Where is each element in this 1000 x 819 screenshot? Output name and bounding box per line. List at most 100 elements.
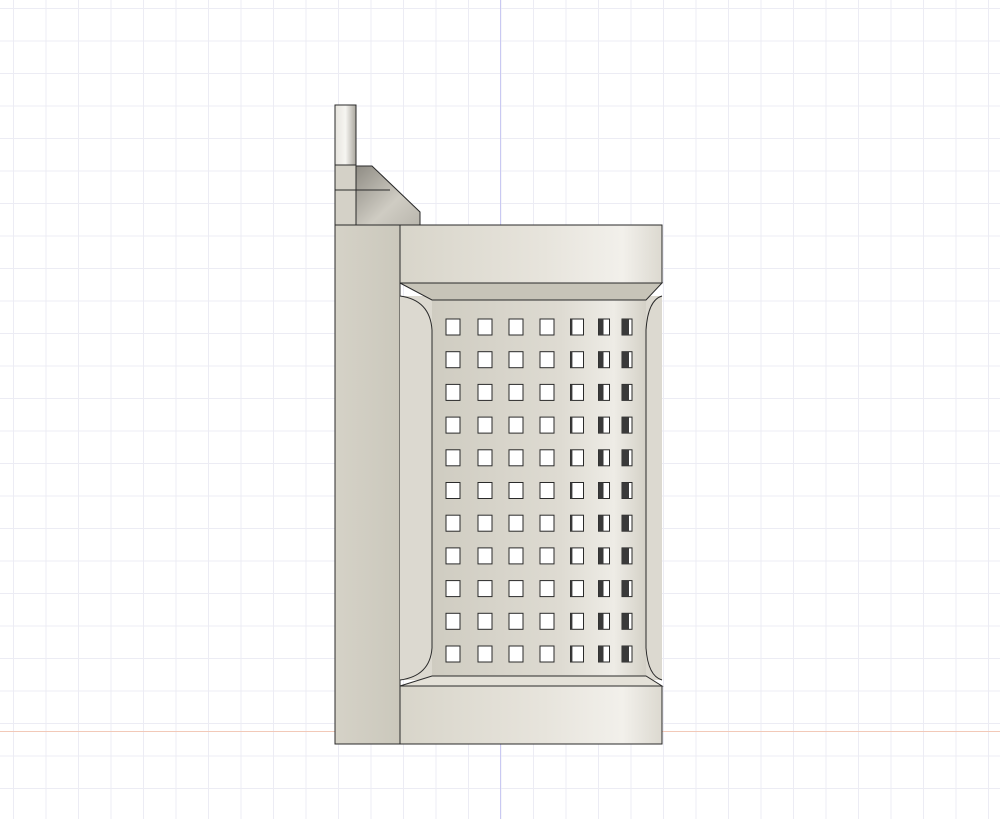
perforated-drum[interactable]: [399, 295, 663, 681]
drum-hole: [508, 416, 524, 434]
drum-hole: [508, 645, 524, 663]
3d-viewport-canvas[interactable]: [0, 0, 1000, 819]
drum-hole: [477, 482, 493, 499]
drum-hole: [570, 482, 584, 499]
drum-hole-inner-wall: [622, 646, 629, 662]
drum-hole-inner-wall: [622, 384, 629, 401]
drum-hole: [477, 383, 493, 401]
drum-hole: [477, 514, 493, 532]
drum-hole: [477, 547, 493, 565]
drum-hole: [570, 416, 584, 434]
drum-hole: [477, 351, 493, 369]
drum-hole: [539, 449, 555, 467]
drum-hole: [445, 580, 461, 598]
drum-hole: [508, 612, 524, 630]
drum-hole: [539, 351, 555, 369]
drum-hole: [539, 612, 555, 630]
drum-hole: [570, 449, 584, 467]
drum-hole-inner-wall: [598, 319, 604, 335]
drum-hole: [570, 645, 584, 663]
drum-hole: [445, 612, 461, 630]
bottom-cap-band: [399, 685, 663, 745]
drum-hole-inner-wall: [598, 547, 604, 564]
drum-hole: [539, 645, 555, 663]
top-cap[interactable]: [399, 224, 664, 301]
top-cap-chamfer: [399, 282, 664, 301]
drum-hole: [508, 318, 524, 336]
drum-hole-inner-wall: [598, 417, 604, 434]
drum-hole: [508, 383, 524, 401]
tab-upper-block: [334, 104, 357, 166]
drum-hole: [570, 547, 584, 565]
drum-hole-inner-wall: [622, 449, 629, 466]
drum-hole: [445, 416, 461, 434]
back-plate[interactable]: [334, 224, 401, 745]
drum-hole-inner-wall: [598, 580, 604, 597]
drum-hole-inner-wall: [598, 449, 604, 466]
drum-surface: [432, 300, 646, 676]
top-tab[interactable]: [334, 104, 421, 227]
drum-hole-inner-wall: [570, 580, 573, 597]
tab-wedge: [355, 165, 421, 227]
drum-hole-inner-wall: [622, 482, 629, 499]
drum-hole-inner-wall: [570, 384, 573, 401]
drum-hole: [477, 645, 493, 663]
drum-hole-inner-wall: [622, 580, 629, 597]
drum-hole: [570, 383, 584, 401]
drum-hole-inner-wall: [622, 515, 629, 532]
drum-hole: [445, 383, 461, 401]
drum-hole: [445, 449, 461, 467]
drum-hole: [445, 482, 461, 499]
drum-hole: [570, 580, 584, 598]
drum-hole: [539, 514, 555, 532]
drum-hole-inner-wall: [570, 547, 573, 564]
drum-hole-inner-wall: [622, 613, 629, 630]
drum-hole-inner-wall: [622, 319, 629, 335]
drum-hole: [445, 351, 461, 369]
drum-hole-inner-wall: [598, 646, 604, 662]
drum-hole-inner-wall: [598, 351, 604, 368]
drum-hole: [477, 612, 493, 630]
bottom-cap-chamfer: [399, 675, 664, 687]
drum-hole: [539, 482, 555, 499]
drum-hole-inner-wall: [598, 515, 604, 532]
drum-hole: [539, 318, 555, 336]
drum-hole-inner-wall: [570, 482, 573, 499]
drum-hole: [508, 580, 524, 598]
drum-hole: [570, 612, 584, 630]
drum-hole-inner-wall: [570, 613, 573, 630]
drum-hole-inner-wall: [570, 417, 573, 434]
drum-hole: [539, 416, 555, 434]
drum-hole: [570, 318, 584, 336]
drum-hole: [445, 547, 461, 565]
drum-hole: [508, 514, 524, 532]
drum-hole-inner-wall: [570, 515, 573, 532]
drum-hole: [539, 580, 555, 598]
drum-hole: [477, 449, 493, 467]
drum-hole: [570, 351, 584, 369]
drum-hole: [445, 514, 461, 532]
drum-hole-inner-wall: [622, 417, 629, 434]
drum-hole-inner-wall: [570, 351, 573, 368]
drum-hole: [445, 318, 461, 336]
drum-hole: [477, 318, 493, 336]
drum-hole-inner-wall: [570, 646, 573, 662]
drum-hole: [445, 645, 461, 663]
drum-hole: [570, 514, 584, 532]
drum-hole-inner-wall: [622, 351, 629, 368]
top-cap-band: [399, 224, 663, 284]
drum-hole-inner-wall: [570, 449, 573, 466]
cylinder-holder-model[interactable]: [0, 0, 1000, 819]
drum-hole: [539, 547, 555, 565]
drum-hole-inner-wall: [598, 482, 604, 499]
drum-hole-inner-wall: [622, 547, 629, 564]
drum-hole: [477, 580, 493, 598]
bottom-cap[interactable]: [399, 675, 664, 745]
drum-hole-inner-wall: [598, 613, 604, 630]
drum-hole: [508, 449, 524, 467]
drum-hole: [477, 416, 493, 434]
drum-hole: [508, 482, 524, 499]
drum-hole: [508, 351, 524, 369]
drum-hole-inner-wall: [570, 319, 573, 335]
drum-hole: [539, 383, 555, 401]
